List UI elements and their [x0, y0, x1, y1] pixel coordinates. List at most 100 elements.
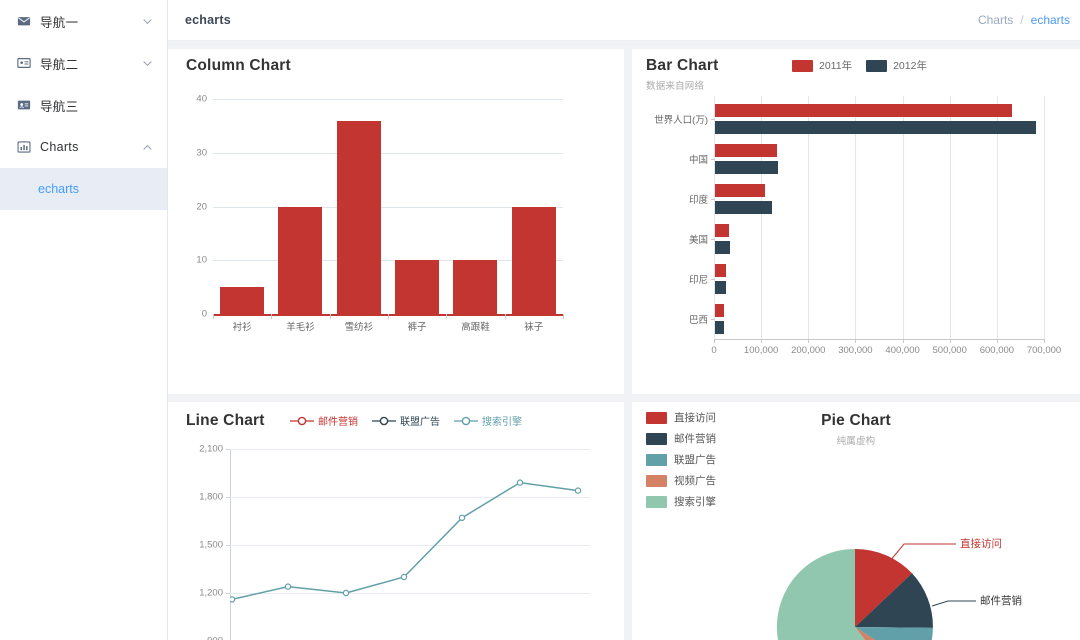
- bar-x-label: 200,000: [791, 345, 826, 356]
- sidebar-item-label: 导航二: [40, 57, 79, 72]
- line-y-label: 900: [207, 636, 223, 640]
- bar-x-label: 100,000: [743, 345, 779, 356]
- pie-callout-direct-visit: 直接访问: [960, 537, 1002, 550]
- bar-category-group: 中国: [689, 144, 1044, 174]
- sidebar-subitem-echarts[interactable]: echarts: [0, 168, 167, 210]
- column-bar-group: [330, 99, 388, 314]
- pie-chart-title: Pie Chart: [821, 412, 891, 429]
- sidebar-item-label: 导航一: [40, 15, 79, 30]
- pie-chart-card: 直接访问 邮件营销 联盟广告 视频广告 搜索引擎 Pie Chart 纯属虚构 …: [632, 402, 1080, 640]
- column-bar[interactable]: [511, 206, 556, 314]
- bar-x-tick: [996, 339, 998, 343]
- column-y-tick-label: 10: [196, 254, 207, 266]
- bar-x-label: 500,000: [932, 345, 967, 356]
- bar-x-label: 700,000: [1026, 345, 1062, 356]
- sidebar-item-charts[interactable]: Charts: [0, 126, 167, 168]
- chart-row-bottom: Line Chart 邮件营销 联盟广告 搜索引擎 2,100 1,800 1,…: [168, 402, 1080, 640]
- chevron-down-icon[interactable]: [141, 57, 153, 69]
- pie-chart-plot: 直接访问 邮件营销 联盟广告 搜索引擎: [632, 472, 1080, 640]
- legend-item-email-marketing[interactable]: 邮件营销: [290, 413, 358, 428]
- bar-chart-plot: 世界人口(万) 中国 印度 美国 印尼 巴西: [654, 96, 1045, 339]
- bar-gridline: [1044, 96, 1045, 339]
- pie-chart-subtitle: 纯属虚构: [836, 436, 876, 447]
- legend-label: 2012年: [893, 60, 927, 72]
- id-card-icon: [16, 56, 31, 71]
- column-bar[interactable]: [336, 120, 381, 314]
- bar-x-tick: [761, 339, 763, 343]
- bar-category-group: 世界人口(万): [654, 104, 1044, 134]
- column-x-tick: [563, 314, 564, 319]
- breadcrumb-separator: /: [1020, 13, 1024, 27]
- legend-item-affiliate-ads[interactable]: 联盟广告: [372, 413, 440, 428]
- legend-item-2012[interactable]: 2012年: [866, 58, 927, 73]
- legend-label: 2011年: [819, 60, 853, 72]
- bar-2011[interactable]: [715, 104, 1012, 117]
- bar-x-tick: [1044, 339, 1045, 343]
- bar-2011[interactable]: [715, 224, 729, 237]
- sidebar-item-nav-2[interactable]: 导航二: [0, 42, 167, 84]
- bar-2011[interactable]: [715, 184, 765, 197]
- column-y-tick-label: 40: [196, 93, 207, 105]
- bar-2011[interactable]: [715, 264, 727, 277]
- bar-chart-icon: [16, 140, 31, 155]
- bar-2011[interactable]: [715, 304, 724, 317]
- column-x-label: 裤子: [407, 322, 427, 333]
- breadcrumb-item-charts[interactable]: Charts: [978, 13, 1013, 27]
- bar-y-tick: [711, 319, 715, 320]
- legend-swatch-red: [792, 59, 813, 72]
- bar-y-tick: [711, 279, 715, 280]
- column-x-label: 衬衫: [232, 322, 252, 333]
- line-y-label: 1,800: [199, 491, 223, 503]
- bar-x-tick: [902, 339, 904, 343]
- legend-label: 联盟广告: [674, 454, 716, 466]
- legend-item-direct-visit[interactable]: 直接访问: [646, 410, 716, 425]
- bar-y-tick: [711, 239, 715, 240]
- column-bar[interactable]: [220, 287, 265, 314]
- column-bar-group: [388, 99, 446, 314]
- bar-2012[interactable]: [715, 201, 773, 214]
- bar-chart-card: Bar Chart 数据来自网络 2011年 2012年 世界人口(万) 中国 …: [632, 49, 1080, 394]
- bar-category-group: 美国: [689, 224, 1044, 254]
- bar-2012[interactable]: [715, 161, 779, 174]
- legend-swatch-navy: [646, 432, 667, 445]
- bar-category-label: 印度: [688, 195, 708, 206]
- sidebar-item-no-arrow: [141, 99, 153, 111]
- legend-item-2011[interactable]: 2011年: [792, 58, 852, 73]
- sidebar-item-label: 导航三: [40, 99, 79, 114]
- bar-x-tick: [714, 339, 715, 343]
- bar-category-label: 中国: [688, 155, 708, 166]
- bar-2012[interactable]: [715, 121, 1037, 134]
- legend-item-search-engine[interactable]: 搜索引擎: [454, 413, 522, 428]
- chevron-down-icon[interactable]: [141, 15, 153, 27]
- column-bar-group: [446, 99, 504, 314]
- column-bar[interactable]: [453, 260, 498, 314]
- legend-label: 邮件营销: [674, 433, 716, 445]
- bar-2012[interactable]: [715, 321, 725, 334]
- column-y-tick-label: 30: [196, 147, 207, 159]
- column-bar-group: [505, 99, 563, 314]
- legend-line-marker-red: [290, 415, 314, 427]
- line-chart-card: Line Chart 邮件营销 联盟广告 搜索引擎 2,100 1,800 1,…: [168, 402, 624, 640]
- column-x-axis-labels: 衬衫 羊毛衫 雪纺衫 裤子 高跟鞋 袜子: [213, 319, 563, 333]
- pie-callout-email-marketing: 邮件营销: [980, 594, 1022, 607]
- sidebar-item-nav-1[interactable]: 导航一: [0, 0, 167, 42]
- sidebar-item-nav-3[interactable]: 导航三: [0, 84, 167, 126]
- topbar: echarts Charts / echarts: [168, 0, 1080, 41]
- bar-x-tick: [808, 339, 810, 343]
- bar-2012[interactable]: [715, 281, 727, 294]
- breadcrumb-item-echarts[interactable]: echarts: [1031, 13, 1070, 27]
- main-area: echarts Charts / echarts Column Chart 40: [168, 0, 1080, 640]
- column-bar[interactable]: [395, 260, 440, 314]
- column-bar-group: [213, 99, 271, 314]
- column-bar[interactable]: [278, 206, 323, 314]
- chevron-up-icon[interactable]: [141, 141, 153, 153]
- column-chart-title: Column Chart: [186, 57, 291, 74]
- sidebar: 导航一 导航二 导航三 Charts echarts: [0, 0, 168, 640]
- legend-item-email-marketing[interactable]: 邮件营销: [646, 431, 716, 446]
- legend-item-affiliate-ads[interactable]: 联盟广告: [646, 452, 716, 467]
- column-x-label: 羊毛衫: [286, 322, 315, 333]
- legend-line-marker-teal: [454, 415, 478, 427]
- column-chart-card: Column Chart 40 30 20 10 0 衬衫 羊毛衫 雪纺衫 裤子…: [168, 49, 624, 394]
- bar-2011[interactable]: [715, 144, 778, 157]
- bar-2012[interactable]: [715, 241, 730, 254]
